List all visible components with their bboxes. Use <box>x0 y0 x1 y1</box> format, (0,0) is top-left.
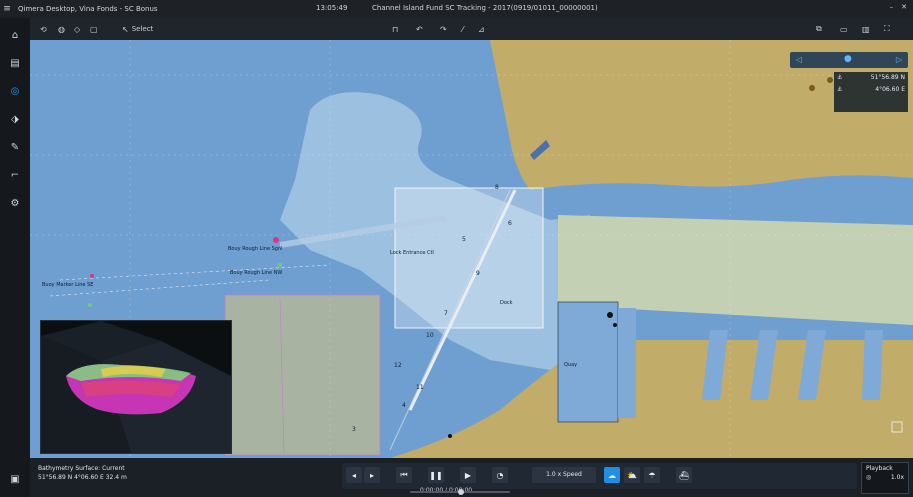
berth-marker-1[interactable] <box>607 312 613 318</box>
step-forward-icon[interactable]: ▸ <box>364 467 380 483</box>
bottom-bar: Bathymetry Surface: Current 51°56.89 N 4… <box>30 458 913 497</box>
chart-map-view[interactable]: Bouy Rough Line Sgnl Bouy Rough Line NW … <box>30 40 913 458</box>
speed-icon[interactable]: ◔ <box>492 467 508 483</box>
chart-label-3: Buoy Marker Line SE <box>42 282 94 288</box>
playback-panel-icon[interactable]: ◎ <box>866 474 871 481</box>
back-icon[interactable]: ⟲ <box>40 22 47 36</box>
longitude-value: 4°06.60 E <box>875 86 905 93</box>
step-back-icon[interactable]: ◂ <box>346 467 362 483</box>
3d-inset-view[interactable] <box>40 320 232 454</box>
playback-controls: ◂ ▸ ⏮ ❚❚ ▶ ◔ 1.0 x Speed ☁ ⛅ ☂ ⛴ <box>342 463 857 489</box>
depth-sounding: 11 <box>416 384 424 391</box>
compass-left-icon[interactable]: ◁ <box>796 55 802 64</box>
ruler-icon[interactable]: ⊓ <box>392 22 398 36</box>
depth-sounding: 8 <box>495 184 499 191</box>
redo-icon[interactable]: ↷ <box>440 22 447 36</box>
playback-panel: Playback ◎ 1.0x <box>861 462 909 494</box>
file-title: Channel Island Fund SC Tracking - 2017(0… <box>372 4 598 12</box>
buoy-marker-4[interactable] <box>88 303 92 307</box>
app-title: Qimera Desktop, Vina Fonds - SC Bonus <box>18 5 158 13</box>
zoom-extent-icon[interactable]: ◍ <box>58 22 65 36</box>
chart-label-2: Bouy Rough Line NW <box>230 270 283 276</box>
cursor-target-icon[interactable]: ◎ <box>6 82 24 100</box>
status-readout: Bathymetry Surface: Current 51°56.89 N 4… <box>38 464 127 482</box>
settings-gear-icon[interactable]: ⚙ <box>6 194 24 212</box>
hamburger-menu-icon[interactable]: ≡ <box>0 4 14 14</box>
status-line-1: Bathymetry Surface: Current <box>38 465 125 472</box>
depth-sounding: 3 <box>352 426 356 433</box>
compass-bar[interactable]: ◁ ● ▷ <box>790 52 908 68</box>
vessel-icon[interactable]: ⛴ <box>676 467 692 483</box>
coordinate-readout: ⚓ 51°56.89 N ⚓ 4°06.60 E <box>834 72 908 112</box>
app-window: ≡ Qimera Desktop, Vina Fonds - SC Bonus … <box>0 0 913 497</box>
crop-icon[interactable]: ⌐ <box>6 166 24 184</box>
window-icon[interactable]: ▢ <box>90 22 98 36</box>
pause-icon[interactable]: ❚❚ <box>428 467 444 483</box>
lat-icon: ⚓ <box>837 74 843 81</box>
buoy-marker-3[interactable] <box>278 263 282 267</box>
depth-marker-1 <box>448 434 452 438</box>
depth-sounding: 7 <box>444 310 448 317</box>
chart-label-6: Dock <box>500 300 513 306</box>
status-line-2: 51°56.89 N 4°06.60 E 32.4 m <box>38 474 127 481</box>
buoy-marker-2[interactable] <box>90 274 94 278</box>
cloud-view-icon[interactable]: ☁ <box>604 467 620 483</box>
paint-bucket-icon[interactable]: ⬗ <box>6 110 24 128</box>
layers-icon[interactable]: ▤ <box>6 54 24 72</box>
chart-label-4: Lock Entrance Ctl <box>390 250 434 256</box>
export-icon[interactable]: ▣ <box>6 470 24 488</box>
speed-button[interactable]: 1.0 x Speed <box>532 467 596 483</box>
depth-sounding: 10 <box>426 332 434 339</box>
time-slider[interactable] <box>410 489 510 495</box>
latitude-value: 51°56.89 N <box>870 74 905 81</box>
depth-sounding: 4 <box>402 402 406 409</box>
pencil-icon[interactable]: ✎ <box>6 138 24 156</box>
chart-label-1: Bouy Rough Line Sgnl <box>228 246 283 252</box>
selection-box[interactable] <box>394 187 544 329</box>
play-icon[interactable]: ▶ <box>460 467 476 483</box>
playback-panel-value: 1.0x <box>890 474 904 481</box>
chart-label-5: Quay <box>564 362 578 368</box>
berth-marker-2[interactable] <box>613 323 617 327</box>
depth-sounding: 12 <box>394 362 402 369</box>
cloud-off-icon[interactable]: ☂ <box>644 467 660 483</box>
select-tool-button[interactable]: ↖ Select <box>122 22 153 36</box>
title-bar: ≡ Qimera Desktop, Vina Fonds - SC Bonus … <box>0 0 913 18</box>
harbour-basin-2 <box>618 308 636 418</box>
depth-sounding: 9 <box>476 270 480 277</box>
compass-right-icon[interactable]: ▷ <box>896 55 902 64</box>
diamond-icon[interactable]: ◇ <box>74 22 80 36</box>
undo-icon[interactable]: ↶ <box>416 22 423 36</box>
line-tool-icon[interactable]: ⁄ <box>462 22 463 36</box>
main-toolbar: ⟲ ◍ ◇ ▢ ↖ Select ⊓ ↶ ↷ ⁄ ⊿ ⧉ ▭ ▥ ⛶ <box>30 18 913 40</box>
close-icon[interactable]: ✕ <box>901 3 907 11</box>
polygon-tool-icon[interactable]: ⊿ <box>478 22 485 36</box>
select-tool-label: Select <box>131 25 154 33</box>
monitor-icon[interactable]: ▭ <box>840 22 848 36</box>
pier-slip-4 <box>862 330 883 400</box>
select-arrow-icon: ↖ <box>122 24 129 34</box>
survey-area-block <box>224 294 381 456</box>
coordinate-widget: ◁ ● ▷ ⚓ 51°56.89 N ⚓ 4°06.60 E <box>790 52 908 114</box>
left-rail: ⌂ ▤ ◎ ⬗ ✎ ⌐ ⚙ ▣ <box>0 18 30 497</box>
buoy-marker-1[interactable] <box>273 237 279 243</box>
3d-scene <box>41 321 231 453</box>
skip-start-icon[interactable]: ⏮ <box>396 467 412 483</box>
split-view-icon[interactable]: ⧉ <box>816 22 822 36</box>
depth-sounding: 5 <box>462 236 466 243</box>
minimize-icon[interactable]: – <box>890 3 894 11</box>
time-slider-knob[interactable] <box>458 489 464 495</box>
clock-readout: 13:05:49 <box>316 4 348 12</box>
home-icon[interactable]: ⌂ <box>6 26 24 44</box>
panel-toggle-icon[interactable]: ▥ <box>862 22 870 36</box>
compass-dot-icon[interactable]: ● <box>844 54 852 64</box>
speed-label: 1.0 x Speed <box>546 471 582 478</box>
depth-sounding: 6 <box>508 220 512 227</box>
window-controls: – ✕ <box>890 3 907 11</box>
playback-panel-title: Playback <box>866 465 893 472</box>
fullscreen-icon[interactable]: ⛶ <box>884 22 890 36</box>
cloud-upload-icon[interactable]: ⛅ <box>624 467 640 483</box>
lon-icon: ⚓ <box>837 86 843 93</box>
